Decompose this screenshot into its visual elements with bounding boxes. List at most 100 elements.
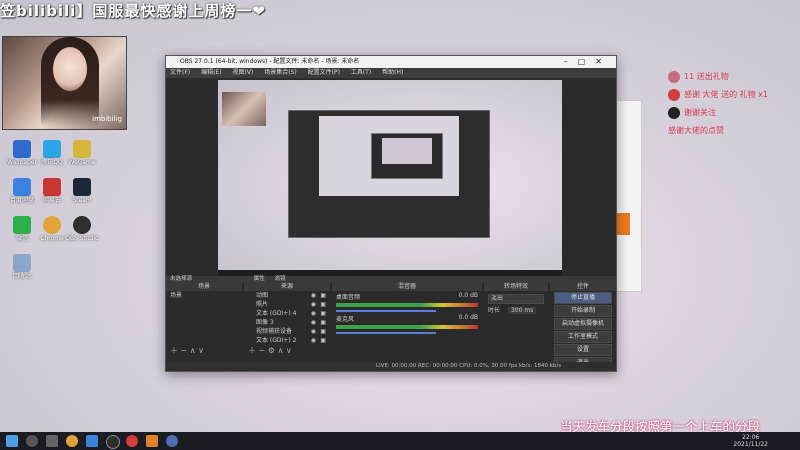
nested-obs-preview [288, 110, 490, 238]
baidu-icon [13, 178, 31, 196]
menu-scene-collection[interactable]: 场景集合(S) [264, 69, 297, 76]
mixer-channel-desktop: 桌面音频 0.0 dB [332, 291, 482, 313]
menu-profile[interactable]: 配置文件(P) [308, 69, 340, 76]
chat-feed: 11 送出礼物 感谢 大佬 送的 礼物 x1 谢谢关注 感谢大佬的点赞 [668, 70, 768, 142]
wechat-icon [13, 216, 31, 234]
sources-header: 来源 [244, 282, 330, 291]
webcam-overlay: imbibilig [2, 36, 127, 130]
eye-icon[interactable]: ◉ [311, 291, 316, 300]
orange-tab[interactable] [616, 213, 630, 235]
scene-item[interactable]: 场景 [166, 291, 242, 300]
obs-title: OBS 27.0.1 (64-bit, windows) - 配置文件: 未命名… [180, 58, 360, 65]
start-recording-button[interactable]: 开始录制 [554, 305, 612, 317]
source-buttons[interactable]: ＋ − ⚙ ∧ ∨ [248, 345, 292, 356]
avatar [668, 88, 680, 101]
channel-db: 0.0 dB [458, 292, 478, 299]
transition-select[interactable]: 淡出 [488, 294, 544, 304]
scenes-header: 场景 [166, 282, 242, 291]
eye-icon[interactable]: ◉ [311, 327, 316, 336]
studio-mode-button[interactable]: 工作室模式 [554, 331, 612, 343]
explorer-taskbar-icon[interactable] [86, 435, 98, 447]
eye-icon[interactable]: ◉ [311, 300, 316, 309]
desktop-icon-steam[interactable]: Steam [64, 178, 100, 204]
qq-taskbar-icon[interactable] [166, 435, 178, 447]
desktop-icon-recycle[interactable]: 回收站 [4, 254, 40, 280]
chat-row: 谢谢关注 [668, 106, 768, 124]
channel-name: 桌面音频 [336, 294, 361, 301]
webcam-watermark: imbibilig [92, 115, 122, 123]
source-item[interactable]: 动图 ◉ ▣ [244, 291, 330, 300]
volume-fader[interactable] [336, 310, 436, 312]
desktop-icon-wegame[interactable]: WeGame [64, 140, 100, 166]
nested-desktop-2 [382, 138, 432, 164]
source-item[interactable]: 文本 (GDI+) 2 ◉ ▣ [244, 336, 330, 345]
eye-icon[interactable]: ◉ [311, 309, 316, 318]
chrome-icon [43, 216, 61, 234]
settings-button[interactable]: 设置 [554, 344, 612, 356]
desktop-icon-obs[interactable]: OBS Studio [64, 216, 100, 242]
obs-window[interactable]: OBS 27.0.1 (64-bit, windows) - 配置文件: 未命名… [165, 55, 617, 372]
menu-edit[interactable]: 编辑(E) [201, 69, 221, 76]
lock-icon[interactable]: ▣ [320, 291, 326, 300]
browser-side-panel [615, 100, 642, 292]
nested-desktop [319, 116, 459, 196]
mixer-dock: 混音器 桌面音频 0.0 dB 麦克风 0.0 dB [332, 282, 482, 362]
source-item[interactable]: 图像 3 ◉ ▣ [244, 318, 330, 327]
wegame-icon [73, 140, 91, 158]
obs-icon [73, 216, 91, 234]
preview-webcam [222, 92, 266, 126]
mixer-channel-mic: 麦克风 0.0 dB [332, 313, 482, 335]
app-taskbar-icon[interactable] [146, 435, 158, 447]
menu-help[interactable]: 帮助(H) [382, 69, 403, 76]
lock-icon[interactable]: ▣ [320, 318, 326, 327]
preview-desktop [218, 80, 562, 270]
lock-icon[interactable]: ▣ [320, 309, 326, 318]
task-view-icon[interactable] [46, 435, 58, 447]
avatar [668, 70, 680, 83]
transition-duration: 时长 300 ms [488, 307, 544, 315]
virtual-camera-button[interactable]: 启动虚拟摄像机 [554, 318, 612, 330]
channel-name: 麦克风 [336, 316, 355, 323]
menu-file[interactable]: 文件(F) [170, 69, 190, 76]
obs-statusbar: LIVE: 00:00:00 REC: 00:00:00 CPU: 0.0%, … [166, 362, 616, 371]
source-item[interactable]: 视频捕获设备 ◉ ▣ [244, 327, 330, 336]
chat-row: 11 送出礼物 [668, 70, 768, 88]
search-icon[interactable] [26, 435, 38, 447]
mixer-header: 混音器 [332, 282, 482, 291]
scene-buttons[interactable]: ＋ − ∧ ∨ [170, 345, 204, 356]
windows-start-icon[interactable] [6, 435, 18, 447]
sources-dock: 来源 动图 ◉ ▣ 照片 ◉ ▣ 文本 (GDI+) 4 ◉ ▣ 图像 3 ◉ ▣ 视频捕获设备… [244, 282, 330, 362]
qq-icon [43, 140, 61, 158]
controls-dock: 控件 停止直播 开始录制 启动虚拟摄像机 工作室模式 设置 退出 [550, 282, 616, 369]
tiktok-icon [668, 106, 680, 119]
netease-taskbar-icon[interactable] [126, 435, 138, 447]
steam-icon [73, 178, 91, 196]
menu-view[interactable]: 视图(V) [232, 69, 253, 76]
obs-titlebar[interactable]: OBS 27.0.1 (64-bit, windows) - 配置文件: 未命名… [166, 56, 616, 68]
channel-db: 0.0 dB [458, 314, 478, 321]
volume-fader[interactable] [336, 332, 436, 334]
obs-menubar: 文件(F) 编辑(E) 视图(V) 场景集合(S) 配置文件(P) 工具(T) … [166, 68, 616, 78]
lock-icon[interactable]: ▣ [320, 300, 326, 309]
chrome-taskbar-icon[interactable] [66, 435, 78, 447]
source-item[interactable]: 文本 (GDI+) 4 ◉ ▣ [244, 309, 330, 318]
webcam-face [53, 47, 87, 91]
lock-icon[interactable]: ▣ [320, 336, 326, 345]
nested-obs-preview-2 [371, 133, 443, 179]
transitions-header: 转场特效 [484, 282, 548, 291]
stop-streaming-button[interactable]: 停止直播 [554, 292, 612, 304]
obs-preview[interactable] [218, 80, 562, 276]
eye-icon[interactable]: ◉ [311, 336, 316, 345]
menu-tools[interactable]: 工具(T) [351, 69, 371, 76]
chat-row: 感谢 大佬 送的 礼物 x1 [668, 88, 768, 106]
eye-icon[interactable]: ◉ [311, 318, 316, 327]
controls-header: 控件 [550, 282, 616, 291]
chat-row: 感谢大佬的点赞 [668, 126, 724, 135]
lock-icon[interactable]: ▣ [320, 327, 326, 336]
source-item[interactable]: 照片 ◉ ▣ [244, 300, 330, 309]
taskbar-clock[interactable]: 22:06 2021/11/22 [733, 434, 768, 448]
duration-input[interactable]: 300 ms [507, 307, 537, 314]
obs-taskbar-icon[interactable] [106, 435, 120, 449]
transitions-dock: 转场特效 淡出 时长 300 ms [484, 282, 548, 362]
window-controls[interactable]: –▢✕ [564, 56, 612, 68]
